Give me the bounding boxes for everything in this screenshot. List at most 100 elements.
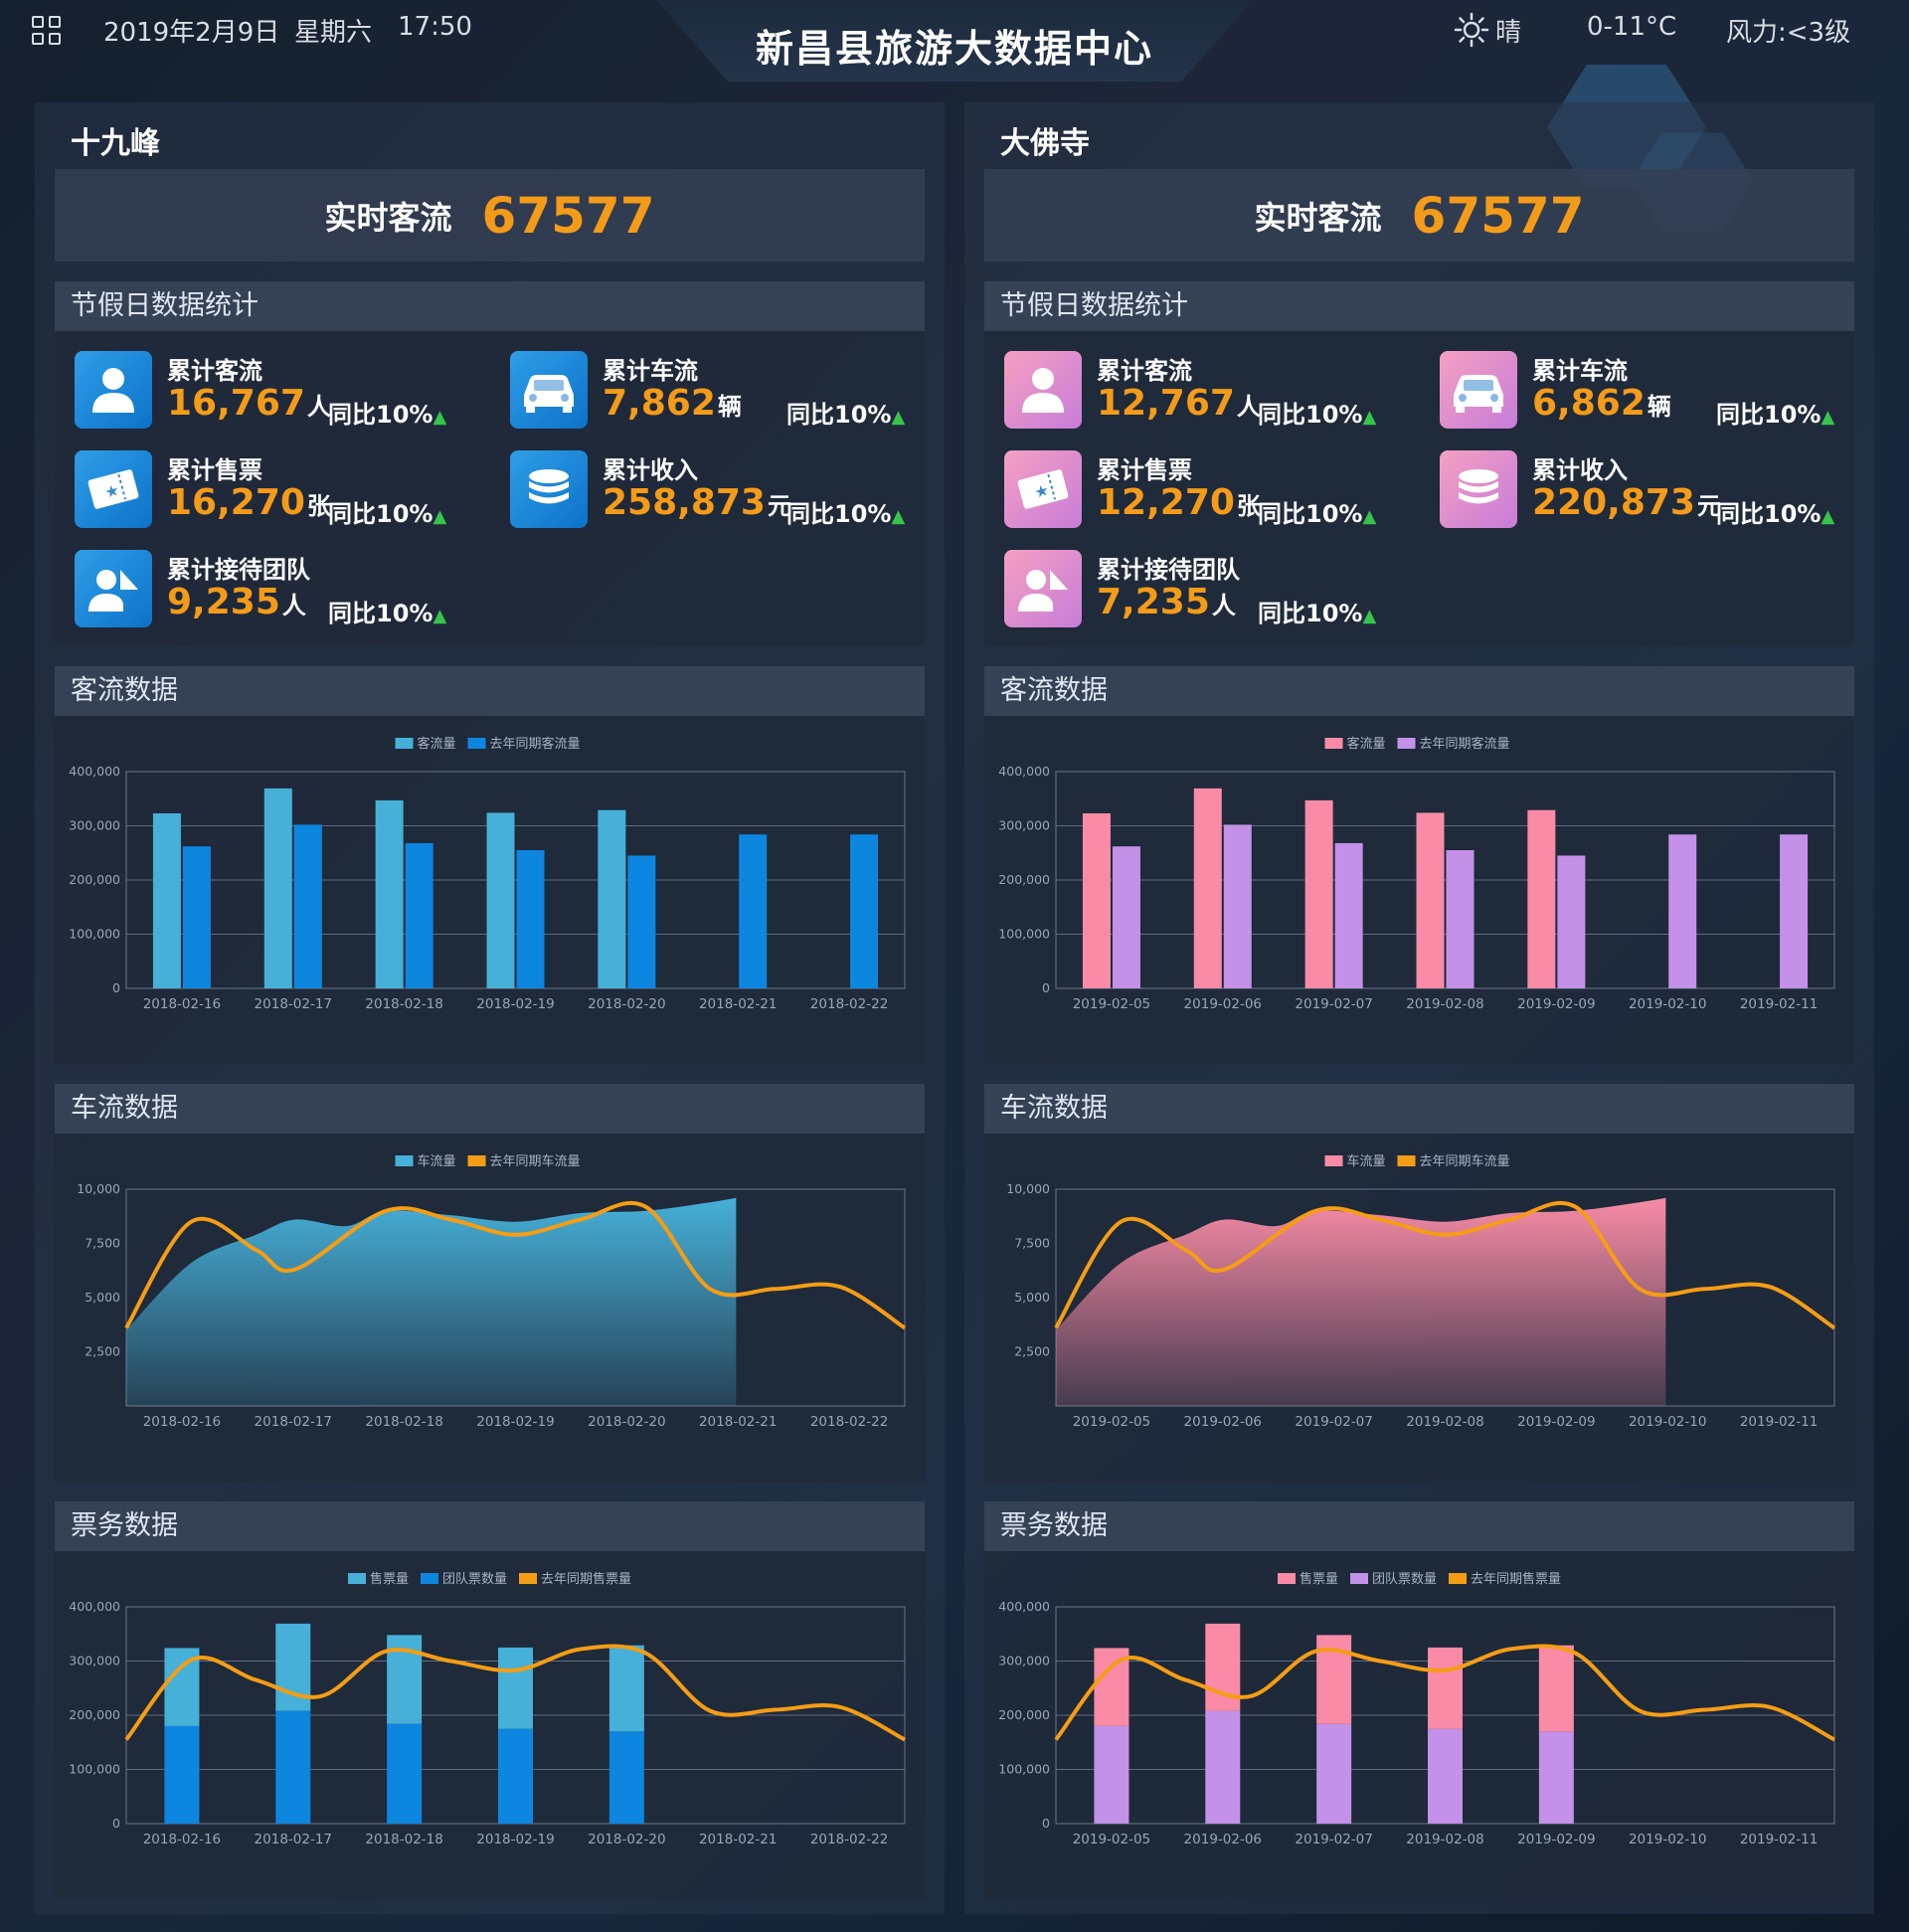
stat-card: ★ 累计售票 16,270张 同比10%▲ [75,450,492,530]
team-icon [1004,550,1082,627]
stat-value-wrap: 16,270张 [167,482,331,523]
bar[interactable] [375,799,404,988]
up-arrow-icon: ▲ [1821,506,1835,527]
bar-team-tickets[interactable] [164,1725,200,1824]
legend-item[interactable]: 团队票数量 [421,1572,507,1587]
bar-tickets[interactable] [498,1647,533,1729]
legend-item[interactable]: 售票量 [348,1571,409,1587]
x-tick-label: 2018-02-19 [476,996,554,1012]
chart-container: 客流量 去年同期客流量 0 100,000 200,000 300,000 400,000 2… [984,716,1854,1064]
legend-item[interactable]: 车流量 [395,1153,456,1169]
bar[interactable] [627,855,656,988]
stat-value: 16,270 [167,482,305,523]
bar[interactable] [598,809,626,988]
stat-yoy-text: 同比10% [786,500,892,528]
legend-item[interactable]: 客流量 [395,736,456,752]
bar[interactable] [1112,846,1140,988]
stat-yoy: 同比10%▲ [328,494,446,529]
bar[interactable] [1668,834,1697,988]
stat-yoy: 同比10%▲ [1258,494,1376,529]
legend-item[interactable]: 客流量 [1324,736,1386,752]
legend-swatch [348,1573,366,1584]
stat-card: 累计收入 220,873元 同比10%▲ [1440,450,1857,530]
section-title: 车流数据 [984,1084,1854,1134]
bar-team-tickets[interactable] [498,1728,533,1824]
bar[interactable] [1446,850,1475,988]
bar-team-tickets[interactable] [1094,1725,1129,1824]
bar-team-tickets[interactable] [608,1731,644,1824]
bar-tickets[interactable] [1428,1647,1463,1729]
bar[interactable] [1082,812,1111,988]
bar-team-tickets[interactable] [1538,1731,1574,1824]
x-tick-label: 2019-02-10 [1629,1414,1706,1430]
chart-container: 售票量 团队票数量 去年同期售票量 0 100,000 200,000 300,000 400… [55,1551,925,1899]
grid-menu-icon[interactable] [32,16,66,50]
bar[interactable] [850,834,879,988]
x-tick-label: 2018-02-17 [255,1414,332,1430]
page-title: 新昌县旅游大数据中心 [755,27,1153,71]
bar[interactable] [293,824,322,988]
x-tick-label: 2019-02-09 [1517,996,1595,1012]
date-text: 2019年2月9日 [103,18,280,48]
y-tick-label: 100,000 [69,927,120,942]
x-tick-label: 2019-02-06 [1184,1414,1262,1430]
ticket-icon: ★ [75,450,152,528]
stat-card: 累计客流 12,767人 同比10%▲ [1004,351,1422,431]
y-tick-label: 400,000 [998,1599,1050,1614]
legend-item[interactable]: 去年同期售票量 [519,1571,631,1587]
stat-value: 258,873 [603,482,766,523]
bar[interactable] [486,812,515,988]
x-tick-label: 2018-02-16 [143,1414,221,1430]
x-tick-label: 2018-02-22 [810,1832,888,1847]
legend-item[interactable]: 去年同期车流量 [1397,1153,1510,1169]
stat-unit: 人 [281,592,306,619]
y-tick-label: 100,000 [69,1762,120,1777]
bar-team-tickets[interactable] [387,1723,423,1824]
bar[interactable] [739,834,768,988]
y-tick-label: 100,000 [998,927,1050,942]
bar[interactable] [182,846,211,988]
legend-label: 团队票数量 [1372,1572,1437,1587]
bar[interactable] [1527,809,1556,988]
section-title: 客流数据 [984,666,1854,716]
legend-item[interactable]: 车流量 [1324,1153,1386,1169]
legend-item[interactable]: 去年同期售票量 [1449,1571,1561,1587]
legend-swatch [1278,1573,1296,1584]
stat-value-wrap: 7,862辆 [603,383,742,424]
bar[interactable] [152,812,181,988]
bar[interactable] [1223,824,1252,988]
legend-item[interactable]: 团队票数量 [1350,1572,1437,1587]
bar-team-tickets[interactable] [275,1710,311,1824]
legend-item[interactable]: 去年同期客流量 [1397,736,1510,752]
bar[interactable] [1780,834,1809,988]
stat-value: 12,767 [1097,383,1235,424]
bar-team-tickets[interactable] [1205,1710,1241,1824]
up-arrow-icon: ▲ [433,606,447,626]
bar-tickets[interactable] [1538,1645,1574,1732]
bar-tickets[interactable] [608,1645,644,1732]
stat-card: 累计接待团队 9,235人 同比10%▲ [75,550,492,629]
stat-yoy: 同比10%▲ [1258,594,1376,628]
section-title: 客流数据 [55,666,925,716]
stat-value: 7,235 [1097,582,1210,622]
bar-team-tickets[interactable] [1428,1728,1463,1824]
bar[interactable] [1334,842,1363,988]
car-icon [510,351,588,429]
stat-value-wrap: 9,235人 [167,582,306,622]
bar[interactable] [1304,799,1333,988]
stat-value-wrap: 7,235人 [1097,582,1236,622]
bar[interactable] [263,788,292,988]
legend-item[interactable]: 售票量 [1278,1571,1338,1587]
person-icon [75,351,152,429]
legend-item[interactable]: 去年同期车流量 [467,1153,581,1169]
bar[interactable] [405,842,434,988]
bar[interactable] [1193,788,1222,988]
bar[interactable] [1416,812,1445,988]
legend-item[interactable]: 去年同期客流量 [467,736,581,752]
bar-team-tickets[interactable] [1316,1723,1352,1824]
bar[interactable] [1557,855,1586,988]
x-tick-label: 2018-02-16 [143,1832,221,1847]
legend-label: 团队票数量 [442,1572,507,1587]
bar[interactable] [516,850,545,988]
stat-value-wrap: 258,873元 [603,482,791,523]
